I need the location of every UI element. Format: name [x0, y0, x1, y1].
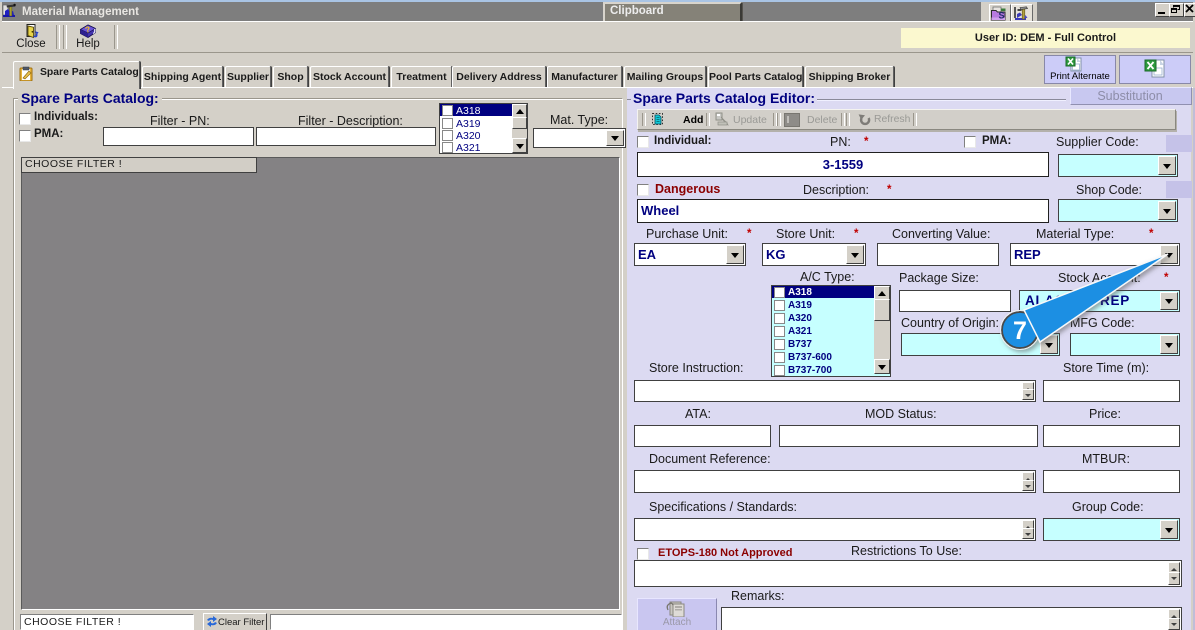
svg-text:7: 7	[1013, 317, 1027, 345]
